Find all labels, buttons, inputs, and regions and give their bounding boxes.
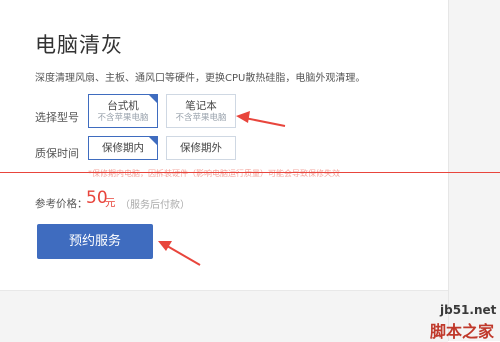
annotation-arrows	[158, 111, 286, 266]
annotation-arrow-icon	[158, 241, 201, 266]
annotation-arrow-icon	[236, 111, 286, 127]
watermark-name: 脚本之家	[430, 322, 495, 341]
watermark-site: jb51.net	[440, 303, 497, 317]
